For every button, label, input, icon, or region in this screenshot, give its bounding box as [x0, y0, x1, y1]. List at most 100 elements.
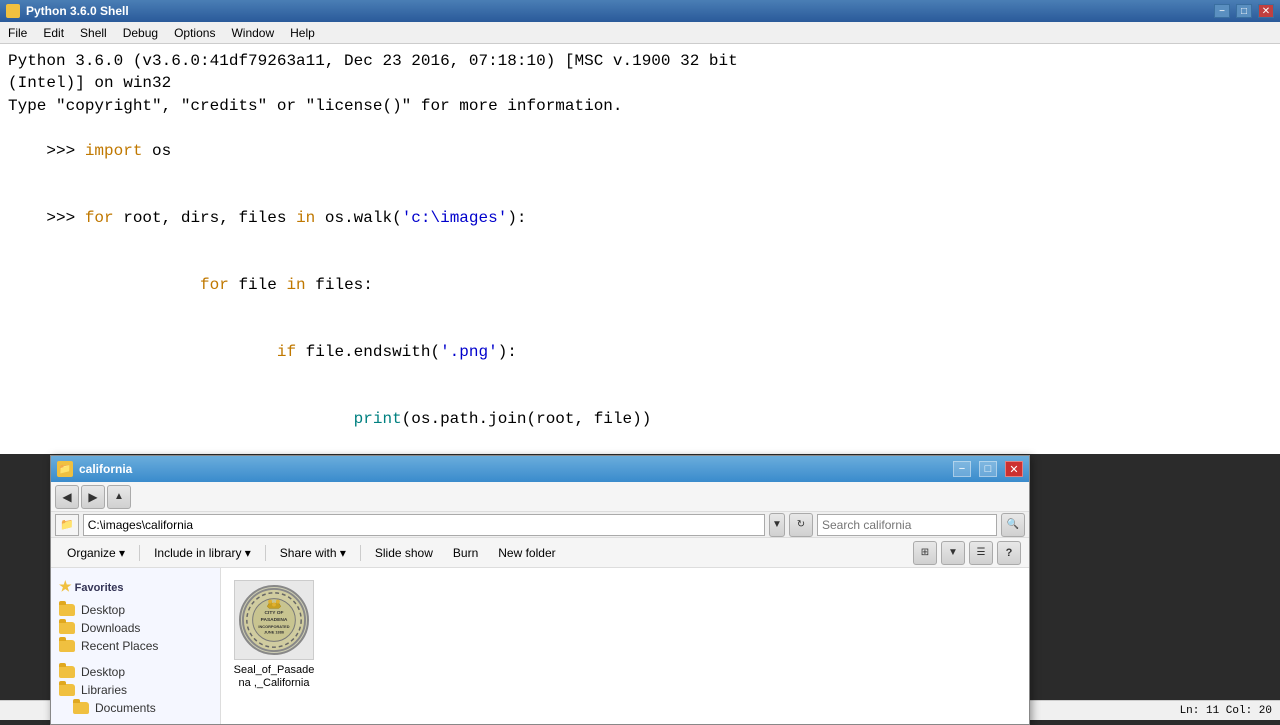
- address-go-button[interactable]: ▼: [769, 513, 785, 537]
- menu-file[interactable]: File: [0, 24, 35, 42]
- shell-code-line-2: >>> for root, dirs, files in os.walk('c:…: [8, 184, 1272, 251]
- kw-in: in: [296, 209, 315, 227]
- explorer-maximize-button[interactable]: □: [979, 461, 997, 477]
- status-text: Ln: 11 Col: 20: [1180, 705, 1272, 717]
- menu-bar: File Edit Shell Debug Options Window Hel…: [0, 22, 1280, 44]
- folder-icon-downloads: [59, 622, 75, 634]
- explorer-sidebar: ★ Favorites Desktop Downloads Recent Pla…: [51, 568, 221, 724]
- view-list-button[interactable]: ☰: [969, 541, 993, 565]
- shell-code-line-4: if file.endswith('.png'):: [8, 319, 1272, 386]
- up-button[interactable]: ▲: [107, 485, 131, 509]
- sidebar-label-documents: Documents: [95, 701, 156, 715]
- sidebar-item-desktop2[interactable]: Desktop: [55, 663, 216, 681]
- menu-debug[interactable]: Debug: [115, 24, 166, 42]
- explorer-titlebar: 📁 california − □ ✕: [51, 456, 1029, 482]
- indent-4: [46, 343, 276, 361]
- file-name: Seal_of_Pasadena ,_California: [233, 664, 315, 690]
- png-str: '.png': [440, 343, 498, 361]
- explorer-close-button[interactable]: ✕: [1005, 461, 1023, 477]
- explorer-window-title: california: [79, 462, 945, 476]
- shell-line-2: (Intel)] on win32: [8, 72, 1272, 94]
- folder-icon-documents: [73, 702, 89, 714]
- view-dropdown-button[interactable]: ▼: [941, 541, 965, 565]
- prompt-2: >>>: [46, 209, 84, 227]
- sidebar-item-recent[interactable]: Recent Places: [55, 637, 216, 655]
- slideshow-button[interactable]: Slide show: [367, 544, 441, 562]
- menu-window[interactable]: Window: [223, 24, 282, 42]
- sidebar-section-desktop: Desktop Libraries Documents: [55, 663, 216, 717]
- explorer-minimize-button[interactable]: −: [953, 461, 971, 477]
- burn-button[interactable]: Burn: [445, 544, 486, 562]
- folder-icon-desktop: [59, 604, 75, 616]
- walk-func: os.walk(: [315, 209, 401, 227]
- endswith-call: file.endswith(: [296, 343, 440, 361]
- include-library-button[interactable]: Include in library ▾: [146, 544, 259, 562]
- explorer-cmdbar: Organize ▾ Include in library ▾ Share wi…: [51, 538, 1029, 568]
- blank-line-1: [8, 453, 1272, 454]
- walk-path: 'c:\images': [402, 209, 508, 227]
- import-rest: os: [142, 142, 171, 160]
- kw-for2: for: [200, 276, 229, 294]
- sidebar-item-documents[interactable]: Documents: [55, 699, 216, 717]
- shell-line-1: Python 3.6.0 (v3.6.0:41df79263a11, Dec 2…: [8, 50, 1272, 72]
- maximize-button[interactable]: □: [1236, 4, 1252, 18]
- refresh-button[interactable]: ↻: [789, 513, 813, 537]
- svg-text:INCORPORATED: INCORPORATED: [258, 624, 289, 629]
- kw-in2: in: [286, 276, 305, 294]
- sidebar-label-desktop2: Desktop: [81, 665, 125, 679]
- file-thumbnail: CITY OF PASADENA INCORPORATED JUNE 1886: [234, 580, 314, 660]
- shell-code-line-5: print(os.path.join(root, file)): [8, 386, 1272, 453]
- prompt-1: >>>: [46, 142, 84, 160]
- separator-2: [265, 545, 266, 561]
- close-button[interactable]: ✕: [1258, 4, 1274, 18]
- separator-3: [360, 545, 361, 561]
- kw-import: import: [85, 142, 143, 160]
- new-folder-button[interactable]: New folder: [490, 544, 563, 562]
- print-args: (os.path.join(root, file)): [402, 410, 652, 428]
- address-bar-row: 📁 ▼ ↻ 🔍: [51, 512, 1029, 538]
- indent-3: [46, 276, 200, 294]
- search-button[interactable]: 🔍: [1001, 513, 1025, 537]
- address-input[interactable]: [83, 514, 765, 536]
- indent-5: [46, 410, 353, 428]
- file-var: file: [229, 276, 287, 294]
- sidebar-label-downloads: Downloads: [81, 621, 140, 635]
- menu-edit[interactable]: Edit: [35, 24, 72, 42]
- favorites-label: ★ Favorites: [55, 576, 216, 597]
- title-bar: Python 3.6.0 Shell − □ ✕: [0, 0, 1280, 22]
- view-icon-button[interactable]: ⊞: [913, 541, 937, 565]
- help-button[interactable]: ?: [997, 541, 1021, 565]
- explorer-main-area: CITY OF PASADENA INCORPORATED JUNE 1886 …: [221, 568, 1029, 724]
- kw-if: if: [277, 343, 296, 361]
- forward-button[interactable]: ▶: [81, 485, 105, 509]
- separator-1: [139, 545, 140, 561]
- minimize-button[interactable]: −: [1214, 4, 1230, 18]
- sidebar-item-downloads[interactable]: Downloads: [55, 619, 216, 637]
- explorer-toolbar: ◀ ▶ ▲: [51, 482, 1029, 512]
- sidebar-label-libraries: Libraries: [81, 683, 127, 697]
- app-icon: [6, 4, 20, 18]
- back-button[interactable]: ◀: [55, 485, 79, 509]
- sidebar-label-desktop: Desktop: [81, 603, 125, 617]
- explorer-app-icon: 📁: [57, 461, 73, 477]
- folder-icon-desktop2: [59, 666, 75, 678]
- share-with-button[interactable]: Share with ▾: [272, 544, 354, 562]
- search-input[interactable]: [817, 514, 997, 536]
- menu-help[interactable]: Help: [282, 24, 323, 42]
- for-vars: root, dirs, files: [114, 209, 296, 227]
- shell-line-3: Type "copyright", "credits" or "license(…: [8, 95, 1272, 117]
- svg-text:CITY OF: CITY OF: [264, 610, 283, 616]
- files-ref: files:: [306, 276, 373, 294]
- menu-shell[interactable]: Shell: [72, 24, 115, 42]
- organize-button[interactable]: Organize ▾: [59, 544, 133, 562]
- explorer-content: ★ Favorites Desktop Downloads Recent Pla…: [51, 568, 1029, 724]
- sidebar-item-libraries[interactable]: Libraries: [55, 681, 216, 699]
- print-func: print: [354, 410, 402, 428]
- shell-area[interactable]: Python 3.6.0 (v3.6.0:41df79263a11, Dec 2…: [0, 44, 1280, 454]
- menu-options[interactable]: Options: [166, 24, 223, 42]
- sidebar-label-recent: Recent Places: [81, 639, 158, 653]
- folder-icon-recent: [59, 640, 75, 652]
- file-item-seal[interactable]: CITY OF PASADENA INCORPORATED JUNE 1886 …: [229, 576, 319, 694]
- sidebar-item-desktop[interactable]: Desktop: [55, 601, 216, 619]
- folder-icon-addr: 📁: [60, 518, 74, 531]
